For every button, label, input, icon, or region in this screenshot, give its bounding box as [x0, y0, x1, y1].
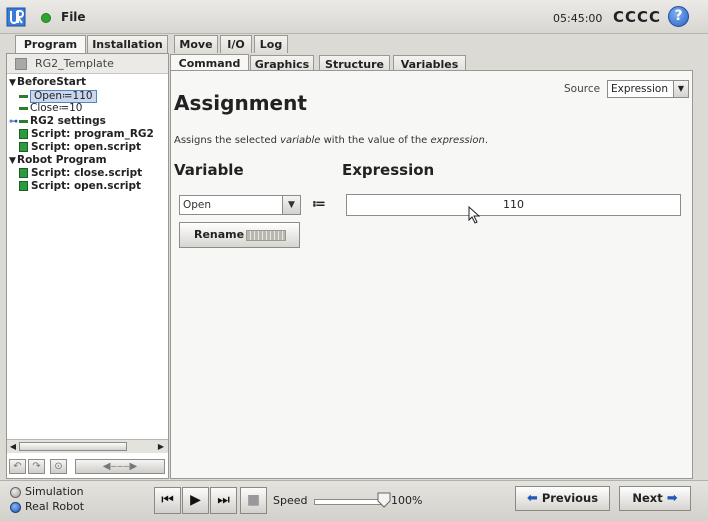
status-dot-icon	[41, 13, 51, 23]
chevron-down-icon[interactable]: ▼	[673, 81, 688, 97]
scroll-left-icon[interactable]: ◀	[8, 441, 18, 452]
simulation-radio[interactable]	[10, 487, 21, 498]
move-node-icon[interactable]: ◀‒‒‒▶	[75, 459, 165, 474]
program-icon	[15, 58, 27, 70]
clock: 05:45:00	[553, 12, 603, 25]
rewind-icon[interactable]: ⏮	[154, 487, 181, 514]
tree-node-script-open-2[interactable]: Script: open.script	[19, 180, 141, 193]
program-tree-panel: RG2_Template ▼BeforeStart Open≔110 Close…	[6, 53, 169, 479]
ur-logo-icon	[6, 7, 26, 27]
scroll-right-icon[interactable]: ▶	[156, 441, 166, 452]
script-icon	[19, 168, 28, 178]
scrollbar-thumb[interactable]	[19, 442, 127, 451]
play-icon[interactable]: ▶	[182, 487, 209, 514]
variable-dropdown[interactable]: Open ▼	[179, 195, 301, 215]
tree-node-beforestart[interactable]: ▼BeforeStart	[9, 76, 86, 89]
speed-value: 100%	[391, 494, 423, 507]
robot-name: CCCC	[613, 8, 662, 26]
assign-operator: ≔	[312, 197, 326, 212]
redo-icon[interactable]: ↷	[28, 459, 45, 474]
mouse-cursor-icon	[468, 206, 481, 224]
bottom-bar: Simulation Real Robot ⏮ ▶ ⏭ ■ Speed 100%…	[0, 480, 708, 521]
rename-button[interactable]: Rename	[179, 222, 300, 248]
help-icon[interactable]: ?	[668, 6, 689, 27]
speed-label: Speed	[273, 494, 308, 507]
program-name: RG2_Template	[35, 57, 114, 70]
tree-node-script-program-rg2[interactable]: Script: program_RG2	[19, 128, 154, 141]
tree-node-close[interactable]: Close≔10	[19, 102, 82, 115]
description: Assigns the selected variable with the v…	[174, 135, 489, 146]
title-bar: File 05:45:00 CCCC ?	[0, 0, 708, 34]
suppress-icon[interactable]: ⊙	[50, 459, 67, 474]
tree-horizontal-scrollbar[interactable]: ◀ ▶	[7, 439, 168, 453]
assignment-icon	[19, 106, 28, 110]
real-robot-radio[interactable]	[10, 502, 21, 513]
command-panel: Assignment Source Expression ▼ Assigns t…	[170, 70, 693, 479]
tree-node-script-close[interactable]: Script: close.script	[19, 167, 142, 180]
arrow-right-icon: ➡	[666, 491, 678, 506]
tab-io[interactable]: I/O	[220, 35, 252, 53]
tab-log[interactable]: Log	[254, 35, 288, 53]
expand-triangle-icon[interactable]: ▼	[9, 155, 17, 168]
chevron-down-icon[interactable]: ▼	[282, 196, 300, 214]
step-icon[interactable]: ⏭	[210, 487, 237, 514]
tree-node-open[interactable]: Open≔110	[19, 89, 97, 103]
program-name-bar: RG2_Template	[7, 54, 168, 74]
stop-icon[interactable]: ■	[240, 487, 267, 514]
simulation-label: Simulation	[25, 485, 84, 498]
real-robot-label: Real Robot	[25, 500, 85, 513]
tab-program[interactable]: Program	[15, 35, 86, 54]
next-button[interactable]: Next ➡	[619, 486, 691, 511]
script-icon	[19, 129, 28, 139]
source-label: Source	[564, 83, 601, 95]
previous-button[interactable]: ⬅ Previous	[515, 486, 610, 511]
tree-node-robot-program[interactable]: ▼Robot Program	[9, 154, 107, 167]
page-title: Assignment	[174, 91, 307, 115]
arrow-left-icon: ⬅	[526, 491, 538, 506]
source-dropdown[interactable]: Expression ▼	[607, 80, 689, 98]
tab-installation[interactable]: Installation	[87, 35, 168, 53]
script-icon	[19, 181, 28, 191]
expand-triangle-icon[interactable]: ▼	[9, 77, 17, 90]
keyboard-icon	[246, 230, 286, 241]
undo-icon[interactable]: ↶	[9, 459, 26, 474]
file-menu[interactable]: File	[61, 10, 86, 24]
tab-move[interactable]: Move	[174, 35, 218, 53]
expression-heading: Expression	[342, 161, 435, 179]
variable-heading: Variable	[174, 161, 244, 179]
assignment-icon	[19, 94, 28, 98]
tree-node-rg2-settings[interactable]: ⊶ RG2 settings	[9, 115, 106, 128]
script-icon	[19, 142, 28, 152]
collapsed-arrow-icon[interactable]: ⊶	[9, 116, 19, 129]
slider-thumb-icon[interactable]	[377, 492, 391, 508]
speed-slider[interactable]	[314, 499, 384, 505]
assignment-icon	[19, 119, 28, 123]
expression-field[interactable]: 110	[346, 194, 681, 216]
tree-node-script-open[interactable]: Script: open.script	[19, 141, 141, 154]
